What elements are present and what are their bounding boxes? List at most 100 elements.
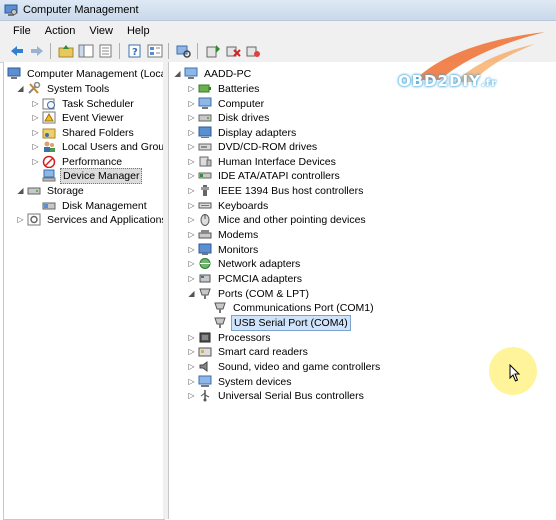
tree-label: Computer xyxy=(218,97,265,110)
device-category[interactable]: ▷ Keyboards xyxy=(187,198,270,213)
help-icon[interactable]: ? xyxy=(126,42,144,60)
toolbar-separator xyxy=(197,43,198,59)
device-category[interactable]: ▷ Computer xyxy=(187,96,266,111)
tree-item-shared-folders[interactable]: ▷ Shared Folders xyxy=(31,125,136,140)
expand-arrow-icon[interactable]: ▷ xyxy=(187,215,196,224)
expand-arrow-icon[interactable]: ▷ xyxy=(187,362,196,371)
expand-arrow-icon[interactable]: ▷ xyxy=(187,128,196,137)
show-hide-tree-icon[interactable] xyxy=(77,42,95,60)
computer-management-icon xyxy=(7,67,21,80)
collapse-arrow-icon[interactable]: ◢ xyxy=(187,289,196,298)
expand-arrow-icon[interactable]: ▷ xyxy=(187,142,196,151)
forward-icon[interactable] xyxy=(28,42,46,60)
tree-item-local-users[interactable]: ▷ Local Users and Groups xyxy=(31,139,165,154)
expand-arrow-icon[interactable]: ▷ xyxy=(187,186,196,195)
menu-action[interactable]: Action xyxy=(38,25,83,37)
watermark-suffix: .fr xyxy=(480,78,498,89)
expand-arrow-icon[interactable]: ▷ xyxy=(31,142,40,151)
tree-item-device-manager[interactable]: Device Manager xyxy=(42,167,143,184)
device-category[interactable]: ▷ Processors xyxy=(187,330,273,345)
menu-help[interactable]: Help xyxy=(120,25,157,37)
expand-arrow-icon[interactable]: ▷ xyxy=(187,391,196,400)
device-category[interactable]: ▷ DVD/CD-ROM drives xyxy=(187,139,319,154)
device-category[interactable]: ▷ Modems xyxy=(187,227,260,242)
expand-arrow-icon[interactable]: ▷ xyxy=(187,245,196,254)
tree-label: Task Scheduler xyxy=(62,97,134,110)
expand-arrow-icon[interactable]: ▷ xyxy=(187,259,196,268)
performance-icon xyxy=(42,155,56,169)
collapse-arrow-icon[interactable]: ◢ xyxy=(173,69,182,78)
tree-label: Computer Management (Local xyxy=(27,67,165,80)
expand-arrow-icon[interactable]: ▷ xyxy=(187,201,196,210)
tree-label: Local Users and Groups xyxy=(62,140,165,153)
device-category-ports[interactable]: ◢ Ports (COM & LPT) xyxy=(187,286,311,301)
tree-label: System devices xyxy=(218,375,292,388)
collapse-arrow-icon[interactable]: ◢ xyxy=(16,84,25,93)
tree-item-services-and-applications[interactable]: ▷ Services and Applications xyxy=(16,212,164,227)
device-category[interactable]: ▷ Display adapters xyxy=(187,125,298,140)
expand-arrow-icon[interactable]: ▷ xyxy=(31,128,40,137)
expand-arrow-icon[interactable]: ▷ xyxy=(187,84,196,93)
tree-label: Human Interface Devices xyxy=(218,155,336,168)
uninstall-device-icon[interactable] xyxy=(244,42,262,60)
expand-arrow-icon[interactable]: ▷ xyxy=(187,171,196,180)
scan-hardware-icon[interactable] xyxy=(175,42,193,60)
device-category[interactable]: ▷ Network adapters xyxy=(187,256,302,271)
device-category[interactable]: ▷ Sound, video and game controllers xyxy=(187,359,382,374)
device-category[interactable]: ▷ IDE ATA/ATAPI controllers xyxy=(187,168,342,183)
device-category[interactable]: ▷ Human Interface Devices xyxy=(187,154,338,169)
display-adapter-icon xyxy=(198,126,212,139)
up-icon[interactable] xyxy=(57,42,75,60)
tree-item-system-tools[interactable]: ◢ System Tools xyxy=(16,81,111,96)
tree-item-event-viewer[interactable]: ▷ Event Viewer xyxy=(31,110,126,125)
menu-file[interactable]: File xyxy=(0,25,38,37)
tree-item-computer-management[interactable]: Computer Management (Local xyxy=(7,66,165,81)
disable-device-icon[interactable] xyxy=(224,42,242,60)
device-category[interactable]: ▷ IEEE 1394 Bus host controllers xyxy=(187,183,365,198)
tree-label: Display adapters xyxy=(218,126,297,139)
expand-arrow-icon[interactable]: ▷ xyxy=(16,215,25,224)
expand-arrow-icon[interactable]: ▷ xyxy=(31,99,40,108)
expand-arrow-icon[interactable]: ▷ xyxy=(187,157,196,166)
update-driver-icon[interactable] xyxy=(204,42,222,60)
device-category[interactable]: ▷ Batteries xyxy=(187,81,261,96)
device-item-com1[interactable]: Communications Port (COM1) xyxy=(213,300,376,315)
device-category[interactable]: ▷ Disk drives xyxy=(187,110,271,125)
device-category[interactable]: ▷ PCMCIA adapters xyxy=(187,271,304,286)
expand-arrow-icon[interactable]: ▷ xyxy=(31,157,40,166)
expand-arrow-icon[interactable]: ▷ xyxy=(187,99,196,108)
expand-arrow-icon[interactable]: ▷ xyxy=(187,274,196,283)
expand-arrow-icon[interactable]: ▷ xyxy=(187,230,196,239)
tree-label: Network adapters xyxy=(218,257,301,270)
device-category[interactable]: ▷ Universal Serial Bus controllers xyxy=(187,388,366,403)
tree-item-task-scheduler[interactable]: ▷ Task Scheduler xyxy=(31,96,136,111)
expand-arrow-icon[interactable]: ▷ xyxy=(31,113,40,122)
device-category[interactable]: ▷ System devices xyxy=(187,374,294,389)
menu-view[interactable]: View xyxy=(82,25,120,37)
expand-arrow-icon[interactable]: ▷ xyxy=(187,333,196,342)
device-item-usb-serial-port[interactable]: USB Serial Port (COM4) xyxy=(213,314,351,331)
device-category[interactable]: ▷ Monitors xyxy=(187,242,260,257)
computer-icon xyxy=(198,97,212,110)
collapse-arrow-icon[interactable]: ◢ xyxy=(16,186,25,195)
tree-label: IEEE 1394 Bus host controllers xyxy=(218,184,364,197)
expand-arrow-icon[interactable]: ▷ xyxy=(187,347,196,356)
tree-item-device-root[interactable]: ◢ AADD-PC xyxy=(173,66,253,81)
disk-management-icon xyxy=(42,199,56,212)
device-category[interactable]: ▷ Smart card readers xyxy=(187,344,310,359)
tree-item-storage[interactable]: ◢ Storage xyxy=(16,183,86,198)
hid-icon xyxy=(198,155,212,168)
back-icon[interactable] xyxy=(8,42,26,60)
tools-icon xyxy=(27,81,41,95)
tree-label: Keyboards xyxy=(218,199,269,212)
export-list-icon[interactable] xyxy=(97,42,115,60)
tree-item-disk-management[interactable]: Disk Management xyxy=(42,198,149,213)
processor-icon xyxy=(198,331,212,344)
device-category[interactable]: ▷ Mice and other pointing devices xyxy=(187,212,368,227)
tree-label: Sound, video and game controllers xyxy=(218,360,381,373)
expand-arrow-icon[interactable]: ▷ xyxy=(187,113,196,122)
expand-arrow-icon[interactable]: ▷ xyxy=(187,377,196,386)
title-bar: Computer Management xyxy=(0,0,556,21)
properties-icon[interactable] xyxy=(146,42,164,60)
watermark-text: OBD2DIY.fr xyxy=(398,72,497,90)
